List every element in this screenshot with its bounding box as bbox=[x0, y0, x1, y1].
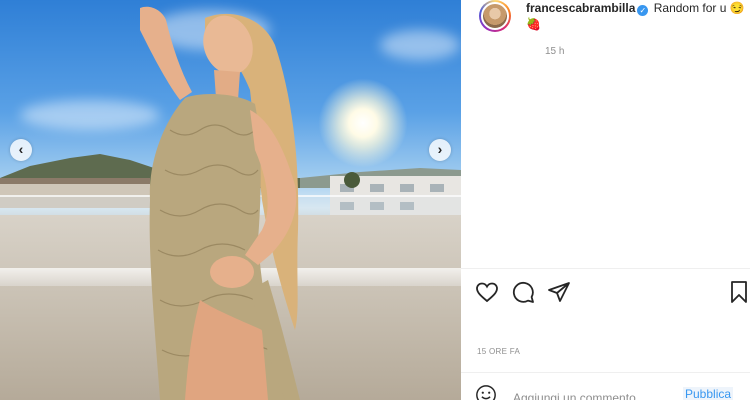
avatar-image bbox=[481, 2, 509, 30]
action-bar bbox=[461, 278, 750, 308]
woman-figure bbox=[140, 6, 300, 400]
comment-icon bbox=[512, 281, 534, 303]
divider bbox=[461, 372, 750, 373]
emoji-picker-button[interactable] bbox=[475, 384, 497, 400]
caption-text: Random for u bbox=[653, 1, 727, 15]
post-sidebar: francescabrambilla ✓ Random for u 😏 🍓 15 … bbox=[461, 0, 750, 400]
username-link[interactable]: francescabrambilla bbox=[526, 1, 635, 15]
heart-icon bbox=[476, 282, 498, 303]
caption-line: francescabrambilla ✓ Random for u 😏 bbox=[526, 0, 745, 16]
like-button[interactable] bbox=[473, 278, 501, 306]
comment-button[interactable] bbox=[509, 278, 537, 306]
chevron-right-icon: › bbox=[437, 141, 443, 157]
bookmark-icon bbox=[731, 281, 747, 303]
share-button[interactable] bbox=[545, 278, 573, 306]
caption-time[interactable]: 15 h bbox=[545, 46, 564, 57]
smiley-icon bbox=[476, 385, 496, 400]
strawberry-emoji: 🍓 bbox=[526, 17, 541, 31]
post-timestamp[interactable]: 15 ORE FA bbox=[477, 347, 520, 356]
share-icon bbox=[548, 282, 570, 302]
smirk-emoji: 😏 bbox=[729, 1, 745, 15]
divider bbox=[461, 268, 750, 269]
comment-form: Pubblica bbox=[461, 374, 750, 400]
save-button[interactable] bbox=[725, 278, 750, 306]
verified-badge-icon: ✓ bbox=[637, 5, 649, 16]
caption-block: francescabrambilla ✓ Random for u 😏 🍓 15 … bbox=[479, 0, 750, 60]
next-image-button[interactable]: › bbox=[429, 139, 451, 161]
comment-input[interactable] bbox=[513, 388, 673, 400]
chevron-left-icon: ‹ bbox=[18, 141, 24, 157]
post-comment-button[interactable]: Pubblica bbox=[683, 387, 734, 400]
post-photo[interactable]: ‹ › bbox=[0, 0, 461, 400]
prev-image-button[interactable]: ‹ bbox=[10, 139, 32, 161]
avatar[interactable] bbox=[479, 0, 511, 32]
